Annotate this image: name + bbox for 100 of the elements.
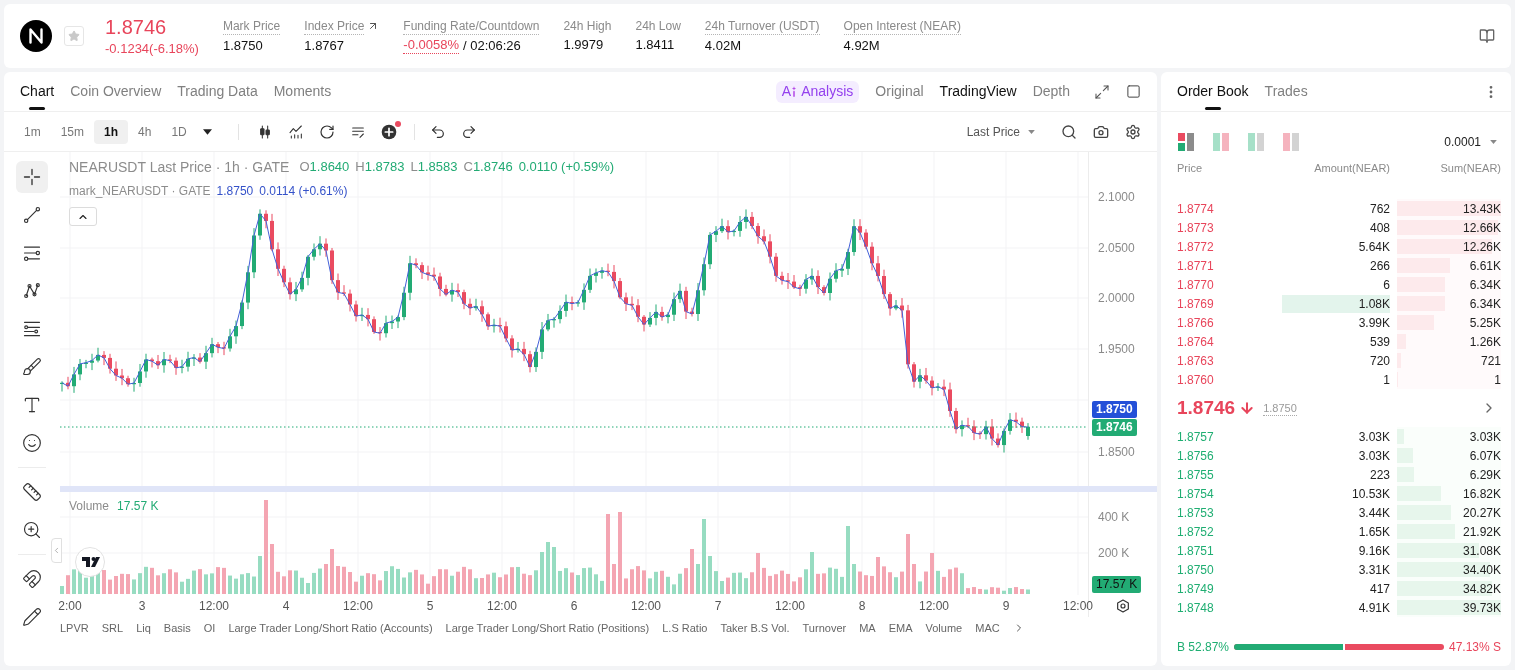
order-book-tab[interactable]: Order Book [1177,72,1249,112]
pencil-icon [22,607,42,627]
time-label: 2:00 [58,599,82,613]
ask-price: 1.8763 [1177,352,1215,370]
ohlc-value: C1.8746 [463,158,513,177]
indicator-tab[interactable]: Turnover [802,619,847,637]
chevron-left-icon [52,546,61,555]
settings-icon[interactable] [1125,123,1141,140]
stat-value: 1.8767 [304,36,346,55]
chart-view-tab[interactable]: Depth [1032,81,1070,102]
indicator-tab[interactable]: OI [203,619,216,637]
order-amount: 1.65K [1358,523,1390,541]
indicator-tab[interactable]: EMA [888,619,913,637]
square-icon[interactable] [1126,84,1141,99]
chart-tab[interactable]: Moments [273,72,332,112]
order-amount: 3.44K [1358,504,1390,522]
order-sum: 6.61K [1469,257,1501,275]
line-segment-icon [22,205,42,225]
collapse-legend-button[interactable] [69,207,97,226]
ask-price: 1.8773 [1177,219,1215,237]
order-sum: 1.26K [1469,333,1501,351]
indicator-tab[interactable]: Taker B.S Vol. [720,619,790,637]
ask-price: 1.8764 [1177,333,1215,351]
add-circle-icon[interactable] [380,123,397,140]
mark-price-tag: 1.8750 [1092,401,1137,418]
sparkle-icon [791,86,798,97]
indicator-tab[interactable]: Liq [136,619,151,637]
price-tick-label: 2.0000 [1098,291,1135,305]
time-label: 7 [714,599,722,613]
indicator-tab[interactable]: MA [859,619,876,637]
ask-price: 1.8770 [1177,276,1215,294]
chart-tab[interactable]: Coin Overview [70,72,162,112]
interval-button[interactable]: 1h [94,119,129,144]
ohlc-value: H1.8783 [355,158,405,177]
chart-tab[interactable]: Trading Data [177,72,258,112]
sell-ratio: 47.13% S [1448,639,1501,656]
price-tick-label: 1.9500 [1098,342,1135,356]
indicator-tab[interactable]: Large Trader Long/Short Ratio (Accounts) [228,619,433,637]
bid-price: 1.8749 [1177,580,1215,598]
search-icon[interactable] [1061,123,1077,140]
order-sum: 6.29K [1469,466,1501,484]
indicator-tab[interactable]: MAC [975,619,1000,637]
book-icon[interactable] [1479,28,1495,44]
indicator-tab[interactable]: Large Trader Long/Short Ratio (Positions) [445,619,650,637]
order-sum: 13.43K [1462,200,1501,218]
undo-icon[interactable] [429,123,446,140]
order-sum: 39.73K [1462,599,1501,617]
precision-dropdown[interactable]: 0.0001 [1444,133,1497,151]
time-label: 9 [1002,599,1010,613]
order-sum: 31.08K [1462,542,1501,560]
stat-label: 24h Turnover (USDT) [704,17,820,35]
order-sum: 6.34K [1469,295,1501,313]
expand-icon[interactable] [1094,83,1110,100]
order-amount: 223 [1369,466,1390,484]
time-label: 8 [858,599,866,613]
order-amount: 9.16K [1358,542,1390,560]
bid-price: 1.8748 [1177,599,1215,617]
camera-icon[interactable] [1093,123,1109,140]
order-amount: 3.03K [1358,428,1390,446]
volume-tag: 17.57 K [1092,576,1142,593]
price-tick-label: 2.1000 [1098,190,1135,204]
chart-symbol-title: NEARUSDT Last Price · 1h · GATE [69,157,290,177]
indicator-tab[interactable]: SRL [101,619,124,637]
chart-tab[interactable]: Chart [20,72,55,112]
caret-down-icon[interactable] [202,128,212,135]
refresh-icon[interactable] [318,123,335,140]
book-layout-icon[interactable] [1178,133,1194,151]
time-label: 12:00 [1063,599,1093,613]
stat-value: 1.8411 [635,35,676,54]
indicator-chart-icon[interactable] [287,123,304,140]
bid-price: 1.8755 [1177,466,1215,484]
time-label: 12:00 [487,599,517,613]
ask-price: 1.8766 [1177,314,1215,332]
mark-change-value: 0.0114 (+0.61%) [259,183,348,200]
smiley-icon [22,433,42,453]
time-label: 6 [570,599,578,613]
order-sum: 16.82K [1462,485,1501,503]
stat-value: 4.92M [843,36,881,55]
order-amount: 4.91K [1358,599,1390,617]
ruler-icon [22,482,42,502]
volume-tick-label: 400 K [1098,510,1130,524]
stat-label: 24h Low [635,17,681,34]
stat-label: Mark Price [222,17,281,35]
volume-label: Volume [69,498,110,515]
chart-logo-icon[interactable] [75,547,105,577]
settings-hexagon-icon[interactable] [1115,598,1131,614]
price-source-dropdown[interactable]: Last Price [966,122,1035,141]
mark-price: 1.8750 [1263,400,1297,416]
chart-view-tab[interactable]: Original [875,81,924,102]
redo-icon[interactable] [460,123,477,140]
order-amount: 1 [1383,371,1390,389]
last-price-tag: 1.8746 [1092,419,1137,436]
indicator-tab[interactable]: LPVR [60,619,89,637]
ai-analysis-button[interactable]: A Analysis [775,80,860,103]
order-book-tab[interactable]: Trades [1264,72,1308,112]
indicator-tab[interactable]: Basis [163,619,191,637]
indicator-tab[interactable]: Volume [925,619,963,637]
indicator-tab[interactable]: L.S Ratio [662,619,708,637]
order-amount: 3.99K [1358,314,1390,332]
chart-view-tab[interactable]: TradingView [939,81,1017,102]
